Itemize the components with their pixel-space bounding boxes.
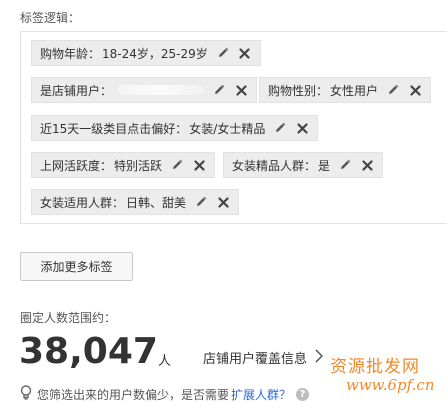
- add-more-tags-button[interactable]: 添加更多标签: [20, 252, 133, 281]
- tag-value: 是: [318, 158, 331, 173]
- tag-value: 特别活跃: [114, 158, 163, 173]
- pencil-icon[interactable]: [216, 46, 230, 60]
- tag-shopping-age: 购物年龄： 18-24岁，25-29岁: [31, 40, 261, 66]
- pencil-icon[interactable]: [194, 195, 208, 209]
- pencil-icon[interactable]: [212, 83, 226, 97]
- tag-value: 18-24岁，25-29岁: [102, 46, 208, 61]
- tag-shopping-gender: 购物性别： 女性用户: [259, 77, 432, 103]
- tag-label: 女装精品人群：: [232, 158, 317, 173]
- tag-online-activity: 上网活跃度： 特别活跃: [31, 152, 216, 178]
- tag-label: 上网活跃度：: [40, 158, 113, 173]
- tag-category-preference: 近15天一级类目点击偏好： 女装/女士精品: [31, 115, 319, 141]
- watermark-url: www.6pf.cn: [346, 376, 435, 394]
- tag-store-user: 是店铺用户：: [31, 77, 258, 103]
- range-label: 圈定人数范围约：: [20, 311, 117, 325]
- tag-logic-box: 购物年龄： 18-24岁，25-29岁 是店铺用户： 购物性别： 女性用户 近1…: [20, 31, 447, 224]
- chevron-right-icon: [315, 348, 324, 367]
- help-icon[interactable]: ?: [296, 387, 310, 401]
- hint-text: 您筛选出来的用户数偏少，是否需要: [37, 387, 230, 402]
- redacted-value: [118, 85, 205, 95]
- section-title: 标签逻辑：: [20, 11, 81, 25]
- audience-hint: 您筛选出来的用户数偏少，是否需要 扩展人群？ ?: [20, 385, 310, 403]
- tag-womenswear-crowd: 女装精品人群： 是: [223, 152, 384, 178]
- close-icon[interactable]: [408, 83, 422, 97]
- pencil-icon[interactable]: [386, 83, 400, 97]
- count-unit: 人: [158, 354, 172, 369]
- tag-label: 购物性别：: [268, 83, 329, 98]
- tag-womenswear-style: 女装适用人群： 日韩、甜美: [31, 189, 240, 215]
- tag-label: 是店铺用户：: [40, 83, 113, 98]
- watermark-text: 资源批发网: [330, 357, 420, 377]
- tag-value: 女性用户: [330, 83, 379, 98]
- tag-label: 近15天一级类目点击偏好：: [40, 121, 188, 136]
- tag-label: 女装适用人群：: [40, 195, 125, 210]
- tag-label: 购物年龄：: [40, 46, 101, 61]
- coverage-link-label: 店铺用户覆盖信息: [203, 352, 308, 367]
- expand-crowd-link[interactable]: 扩展人群？: [231, 386, 291, 403]
- store-coverage-link[interactable]: 店铺用户覆盖信息: [203, 348, 324, 367]
- tag-value: 女装/女士精品: [189, 121, 266, 136]
- close-icon[interactable]: [295, 121, 309, 135]
- close-icon[interactable]: [192, 158, 206, 172]
- tag-value: 日韩、甜美: [126, 195, 187, 210]
- lightbulb-icon: [20, 385, 32, 403]
- close-icon[interactable]: [234, 83, 248, 97]
- close-icon[interactable]: [360, 158, 374, 172]
- close-icon[interactable]: [216, 195, 230, 209]
- close-icon[interactable]: [238, 46, 252, 60]
- pencil-icon[interactable]: [170, 158, 184, 172]
- audience-count: 38,047: [19, 331, 158, 372]
- pencil-icon[interactable]: [338, 158, 352, 172]
- pencil-icon[interactable]: [273, 121, 287, 135]
